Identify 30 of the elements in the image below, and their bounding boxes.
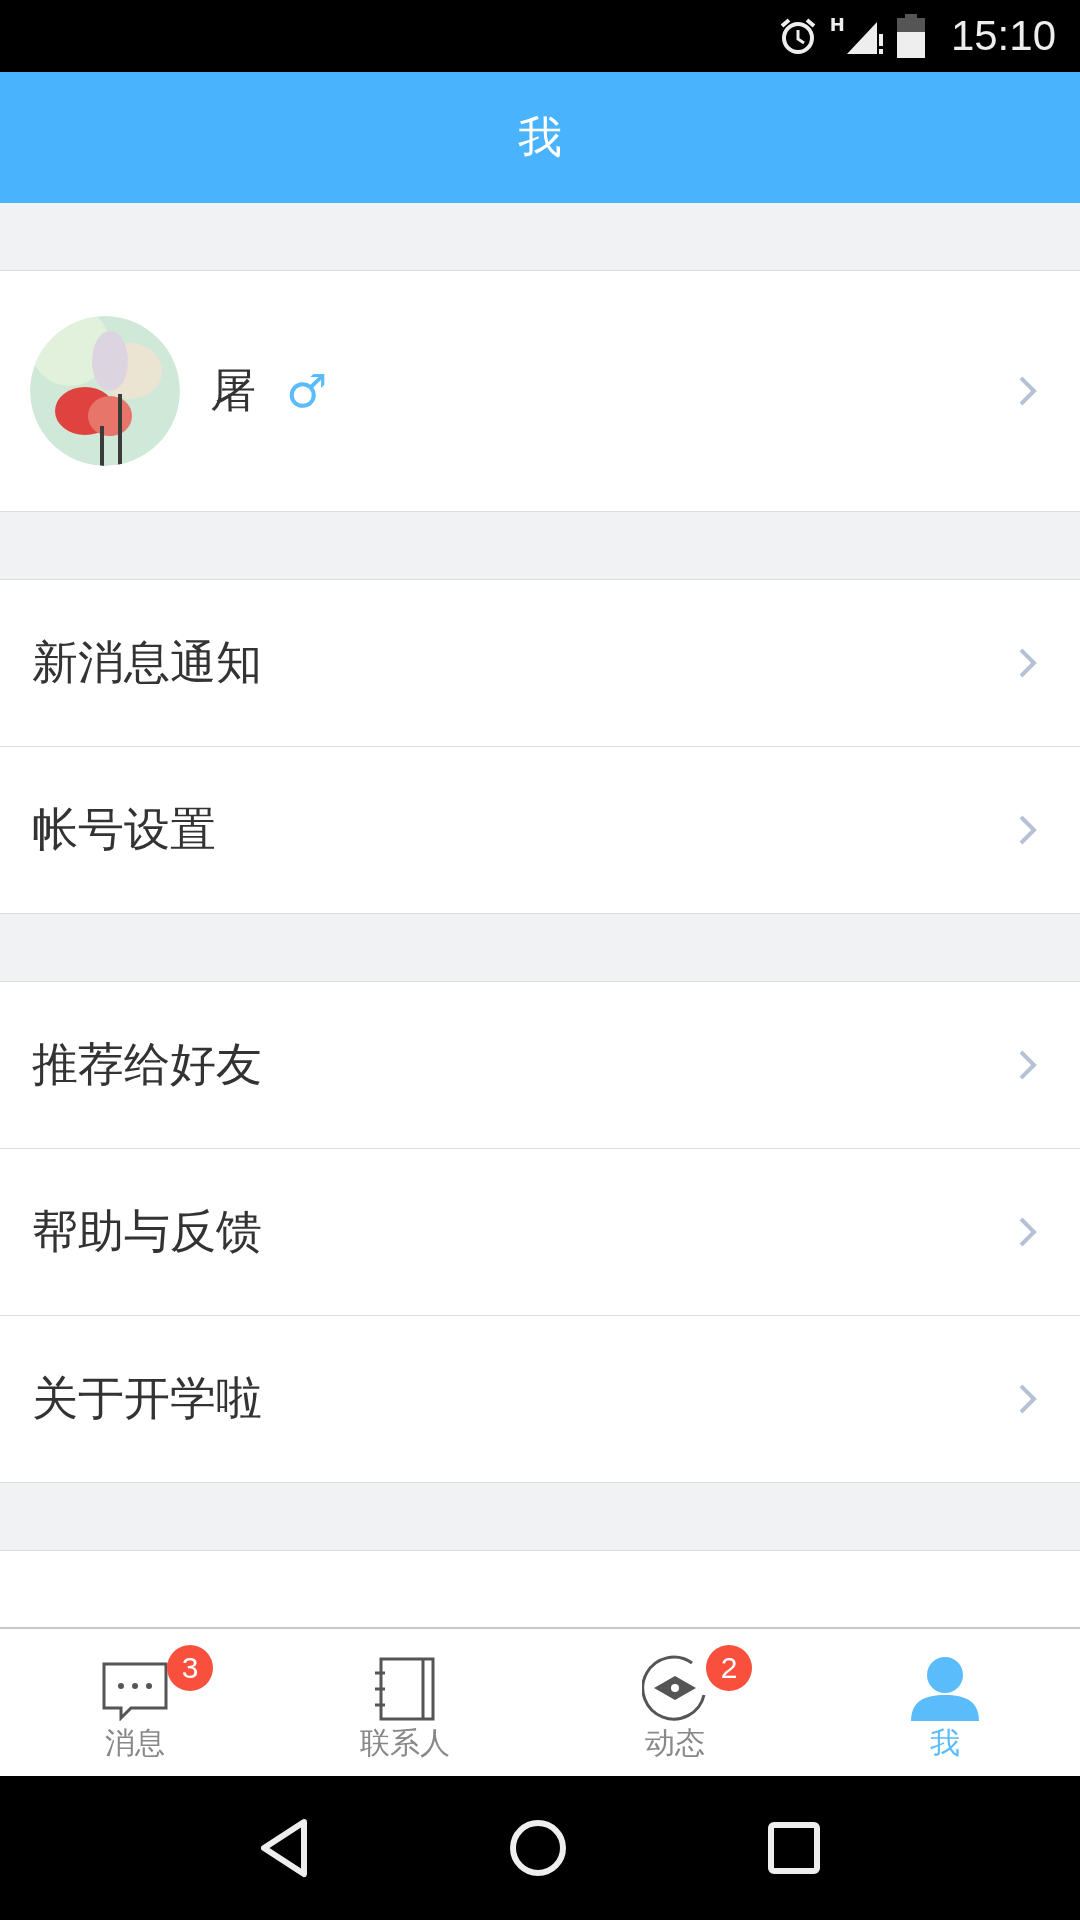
menu-item[interactable]: 推荐给好友 — [0, 982, 1080, 1149]
person-icon — [911, 1655, 979, 1721]
notebook-icon — [373, 1657, 437, 1721]
chevron-icon — [1018, 1383, 1038, 1415]
chevron-icon — [1018, 1216, 1038, 1248]
menu-item[interactable]: 帮助与反馈 — [0, 1149, 1080, 1316]
gender-symbol: ♂ — [286, 364, 328, 418]
user-name: 屠 — [210, 362, 256, 419]
unread-count: 3 — [167, 1645, 213, 1691]
eye-icon — [642, 1655, 708, 1721]
battery-icon — [896, 14, 925, 58]
chevron-icon — [1018, 814, 1038, 846]
tab[interactable]: 联系人 — [270, 1629, 540, 1776]
network-type-label: H — [829, 14, 845, 35]
status-time: 15:10 — [950, 12, 1056, 60]
chevron-icon — [1018, 375, 1038, 407]
chevron-icon — [1018, 1049, 1038, 1081]
tab[interactable]: 2 动态 — [540, 1629, 810, 1776]
chevron-icon — [1018, 647, 1038, 679]
menu-item[interactable]: 新消息通知 — [0, 580, 1080, 747]
menu-item[interactable]: 帐号设置 — [0, 747, 1080, 914]
recents-icon[interactable] — [766, 1821, 821, 1875]
menu-item[interactable]: 关于开学啦 — [0, 1316, 1080, 1483]
tab[interactable]: 3 消息 — [0, 1629, 270, 1776]
page-title: 我 — [518, 110, 562, 164]
home-icon[interactable] — [508, 1818, 568, 1878]
chat-bubble-icon — [101, 1661, 169, 1721]
profile-row[interactable]: 屠 ♂ — [0, 271, 1080, 512]
back-icon[interactable] — [259, 1818, 310, 1878]
unread-count: 2 — [706, 1645, 752, 1691]
